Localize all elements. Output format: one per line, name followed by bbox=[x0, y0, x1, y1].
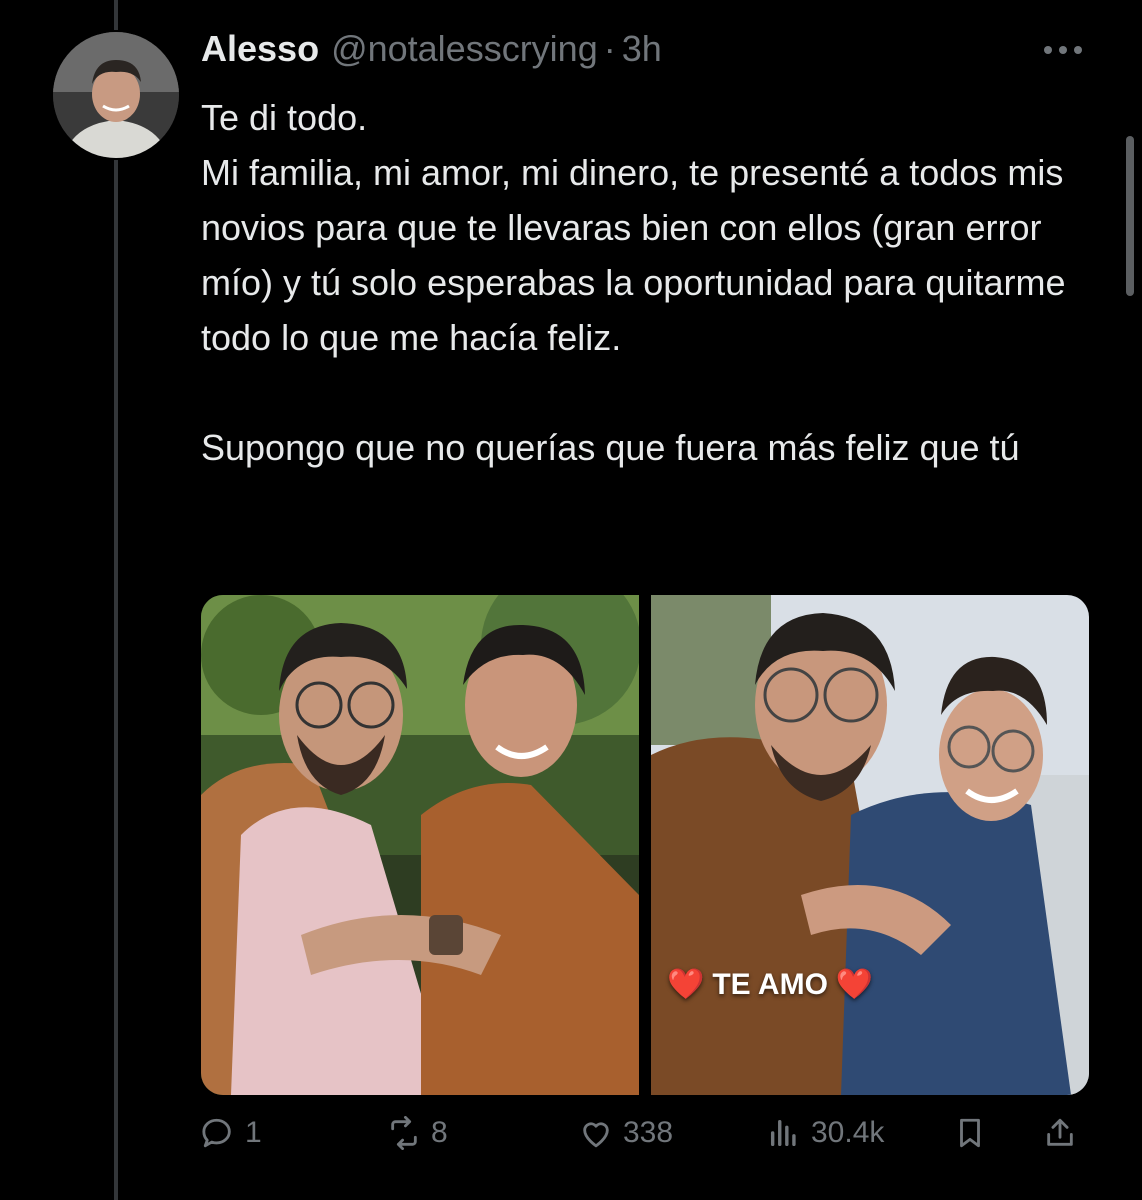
photo-right[interactable]: ❤️ TE AMO ❤️ bbox=[651, 595, 1089, 1095]
tweet-header: Alesso @notalesscrying · 3h bbox=[201, 28, 662, 70]
heart-emoji-right: ❤️ bbox=[835, 968, 874, 1001]
tweet-actions: 1 8 338 30.4k bbox=[201, 1116, 1089, 1166]
views-count: 30.4k bbox=[811, 1116, 885, 1149]
thread-line bbox=[114, 160, 118, 1200]
separator: · bbox=[603, 28, 616, 69]
heart-icon bbox=[583, 1122, 609, 1148]
share-icon bbox=[1047, 1118, 1073, 1146]
heart-emoji-left: ❤️ bbox=[667, 968, 705, 1001]
reply-button[interactable]: 1 bbox=[201, 1116, 262, 1150]
views-button[interactable]: 30.4k bbox=[767, 1116, 884, 1150]
thread-line-top bbox=[114, 0, 118, 30]
repost-button[interactable]: 8 bbox=[387, 1116, 448, 1150]
timestamp[interactable]: 3h bbox=[622, 28, 662, 70]
like-button[interactable]: 338 bbox=[579, 1116, 673, 1150]
bookmark-icon bbox=[960, 1118, 980, 1148]
author-handle[interactable]: @notalesscrying bbox=[331, 28, 598, 70]
bookmark-button[interactable] bbox=[953, 1116, 987, 1150]
views-icon bbox=[770, 1119, 796, 1147]
repost-count: 8 bbox=[431, 1116, 448, 1149]
more-icon[interactable] bbox=[1044, 40, 1088, 60]
repost-icon bbox=[391, 1116, 417, 1150]
photo-left[interactable] bbox=[201, 595, 639, 1095]
like-count: 338 bbox=[623, 1116, 674, 1149]
share-button[interactable] bbox=[1043, 1116, 1077, 1150]
tweet-media[interactable]: ❤️ TE AMO ❤️ bbox=[201, 595, 1089, 1095]
scrollbar[interactable] bbox=[1126, 136, 1134, 296]
reply-icon bbox=[202, 1118, 231, 1148]
avatar[interactable] bbox=[53, 32, 179, 158]
photo-caption: ❤️ TE AMO ❤️ bbox=[667, 967, 873, 1002]
reply-count: 1 bbox=[245, 1116, 262, 1149]
caption-text: TE AMO bbox=[712, 967, 828, 1001]
author-name[interactable]: Alesso bbox=[201, 28, 319, 70]
tweet-text: Te di todo. Mi familia, mi amor, mi dine… bbox=[201, 97, 1066, 468]
